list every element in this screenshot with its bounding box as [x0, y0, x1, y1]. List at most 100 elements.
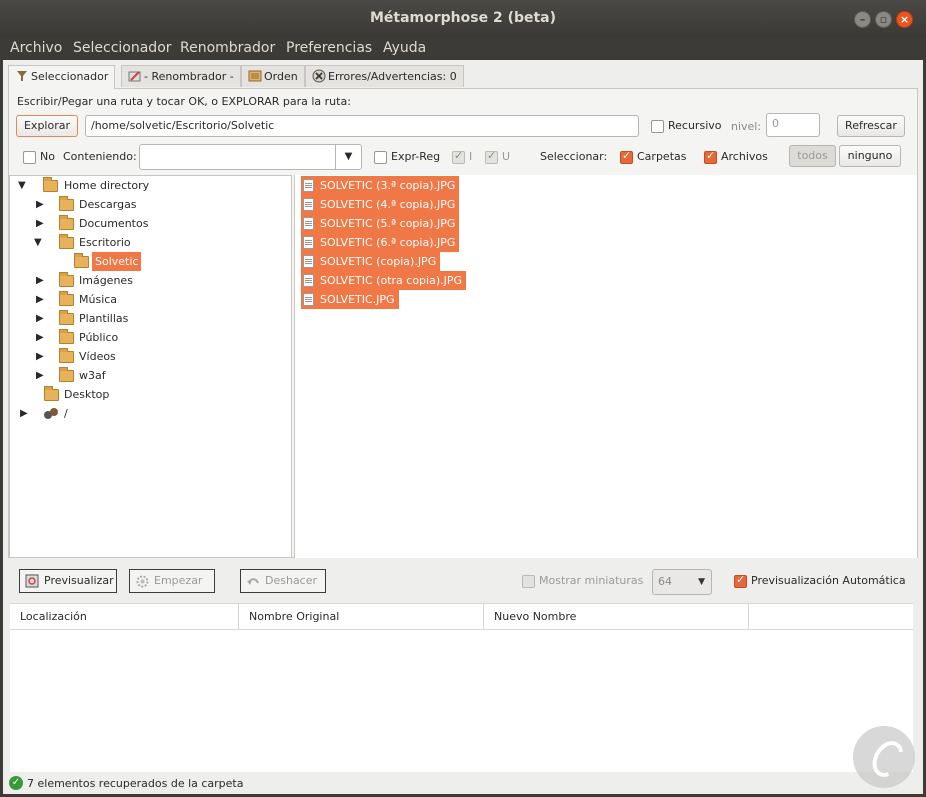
containing-label: Conteniendo:: [63, 150, 137, 163]
folder-icon: [59, 329, 74, 344]
maximize-button[interactable]: ▫: [875, 11, 892, 28]
close-button[interactable]: ×: [896, 11, 913, 28]
folder-icon: [59, 367, 74, 382]
rename-icon: [128, 71, 141, 82]
column-header-nuevo[interactable]: Nuevo Nombre: [484, 604, 749, 630]
folder-icon: [44, 386, 59, 401]
collapsed-arrow-icon[interactable]: ▶: [36, 347, 46, 366]
collapsed-arrow-icon[interactable]: ▶: [36, 271, 46, 290]
files-checkbox[interactable]: [704, 149, 717, 164]
folders-label: Carpetas: [637, 150, 687, 163]
folder-icon: [59, 215, 74, 230]
maximize-icon: ▫: [879, 13, 888, 26]
level-spinner[interactable]: 0: [766, 113, 820, 137]
menu-preferencias[interactable]: Preferencias: [286, 40, 372, 56]
tab-renombrador[interactable]: - Renombrador -: [121, 65, 241, 87]
tab-errores[interactable]: Errores/Advertencias: 0: [305, 65, 464, 87]
file-item[interactable]: SOLVETIC.JPG: [301, 290, 399, 309]
chevron-down-icon: ▼: [698, 577, 705, 587]
folders-checkbox[interactable]: [620, 149, 633, 164]
menu-renombrador[interactable]: Renombrador: [180, 40, 275, 56]
tab-label: Orden: [264, 70, 298, 83]
select-all-button[interactable]: todos: [789, 145, 836, 167]
file-item[interactable]: SOLVETIC (otra copia).JPG: [301, 271, 467, 290]
title-bar: Métamorphose 2 (beta) – ▫ ×: [0, 0, 926, 38]
folder-icon: [59, 196, 74, 211]
tab-label: - Renombrador -: [144, 70, 234, 83]
image-file-icon: [303, 293, 314, 306]
menu-bar: Archivo Seleccionador Renombrador Prefer…: [0, 38, 926, 60]
autopreview-checkbox[interactable]: [734, 573, 747, 588]
directory-tree[interactable]: ▼ Home directory ▶ Descargas ▶ Documento…: [9, 175, 292, 558]
undo-icon: [247, 578, 259, 585]
chevron-down-icon[interactable]: ▼: [335, 145, 361, 169]
minimize-button[interactable]: –: [854, 11, 871, 28]
explore-button[interactable]: Explorar: [16, 115, 78, 137]
collapsed-arrow-icon[interactable]: ▶: [36, 366, 46, 385]
recursive-label: Recursivo: [668, 119, 722, 132]
folder-icon: [59, 291, 74, 306]
image-file-icon: [303, 274, 314, 287]
folder-icon: [59, 272, 74, 287]
recursive-checkbox[interactable]: [651, 120, 664, 133]
path-input[interactable]: /home/solvetic/Escritorio/Solvetic: [85, 115, 639, 137]
level-label: nivel:: [731, 120, 762, 133]
collapsed-arrow-icon[interactable]: ▶: [36, 309, 46, 328]
collapsed-arrow-icon[interactable]: ▶: [36, 290, 46, 309]
column-header-localizacion[interactable]: Localización: [10, 604, 239, 630]
preview-table[interactable]: Localización Nombre Original Nuevo Nombr…: [10, 603, 913, 783]
column-header-filler: [749, 604, 913, 630]
file-item[interactable]: SOLVETIC (copia).JPG: [301, 252, 441, 271]
tab-label: Seleccionador: [31, 70, 109, 83]
menu-seleccionador[interactable]: Seleccionador: [73, 40, 172, 56]
collapsed-arrow-icon[interactable]: ▶: [20, 404, 30, 423]
thumbnails-checkbox[interactable]: [522, 575, 535, 588]
case-u-label: U: [502, 150, 511, 163]
file-list[interactable]: SOLVETIC (3.ª copia).JPG SOLVETIC (4.ª c…: [294, 175, 917, 558]
folder-icon: [59, 348, 74, 363]
collapsed-arrow-icon[interactable]: ▶: [36, 195, 46, 214]
path-instructions: Escribir/Pegar una ruta y tocar OK, o EX…: [17, 95, 351, 108]
start-button[interactable]: Empezar: [129, 569, 215, 593]
tab-label: Errores/Advertencias: 0: [328, 70, 457, 83]
file-item[interactable]: SOLVETIC (6.ª copia).JPG: [301, 233, 460, 252]
collapsed-arrow-icon[interactable]: ▶: [36, 328, 46, 347]
folder-icon: [59, 234, 74, 249]
folder-icon: [59, 310, 74, 325]
select-label: Seleccionar:: [540, 150, 608, 163]
status-bar: ✓ 7 elementos recuperados de la carpeta: [3, 772, 923, 794]
containing-combo[interactable]: ▼: [139, 144, 362, 170]
column-header-original[interactable]: Nombre Original: [239, 604, 484, 630]
image-file-icon: [303, 217, 314, 230]
expanded-arrow-icon[interactable]: ▼: [34, 233, 44, 252]
expanded-arrow-icon[interactable]: ▼: [18, 176, 28, 195]
menu-ayuda[interactable]: Ayuda: [383, 40, 426, 56]
file-item[interactable]: SOLVETIC (4.ª copia).JPG: [301, 195, 460, 214]
file-item[interactable]: SOLVETIC (5.ª copia).JPG: [301, 214, 460, 233]
collapsed-arrow-icon[interactable]: ▶: [36, 214, 46, 233]
case-u-checkbox[interactable]: [485, 149, 498, 164]
menu-archivo[interactable]: Archivo: [10, 40, 62, 56]
status-text: 7 elementos recuperados de la carpeta: [27, 777, 244, 790]
window-content: Seleccionador - Renombrador - Orden Erro…: [3, 60, 923, 794]
drive-icon: [44, 408, 58, 419]
image-file-icon: [303, 255, 314, 268]
undo-button[interactable]: Deshacer: [240, 569, 326, 593]
regex-checkbox[interactable]: [374, 151, 387, 164]
no-label: No: [40, 150, 55, 163]
case-i-label: I: [469, 150, 473, 163]
tab-seleccionador[interactable]: Seleccionador: [8, 65, 116, 89]
tab-orden[interactable]: Orden: [241, 65, 305, 87]
preview-button[interactable]: Previsualizar: [19, 569, 117, 593]
autopreview-label: Previsualización Automática: [751, 574, 906, 587]
refresh-button[interactable]: Refrescar: [837, 115, 905, 137]
case-i-checkbox[interactable]: [452, 149, 465, 164]
thumbnail-size-combo[interactable]: 64 ▼: [652, 569, 712, 595]
preview-icon: [25, 574, 39, 588]
no-checkbox[interactable]: [23, 151, 36, 164]
picker-icon: [17, 71, 27, 81]
select-none-button[interactable]: ninguno: [839, 145, 901, 167]
folder-icon: [43, 177, 58, 192]
file-item[interactable]: SOLVETIC (3.ª copia).JPG: [301, 176, 460, 195]
check-icon: ✓: [9, 776, 23, 790]
